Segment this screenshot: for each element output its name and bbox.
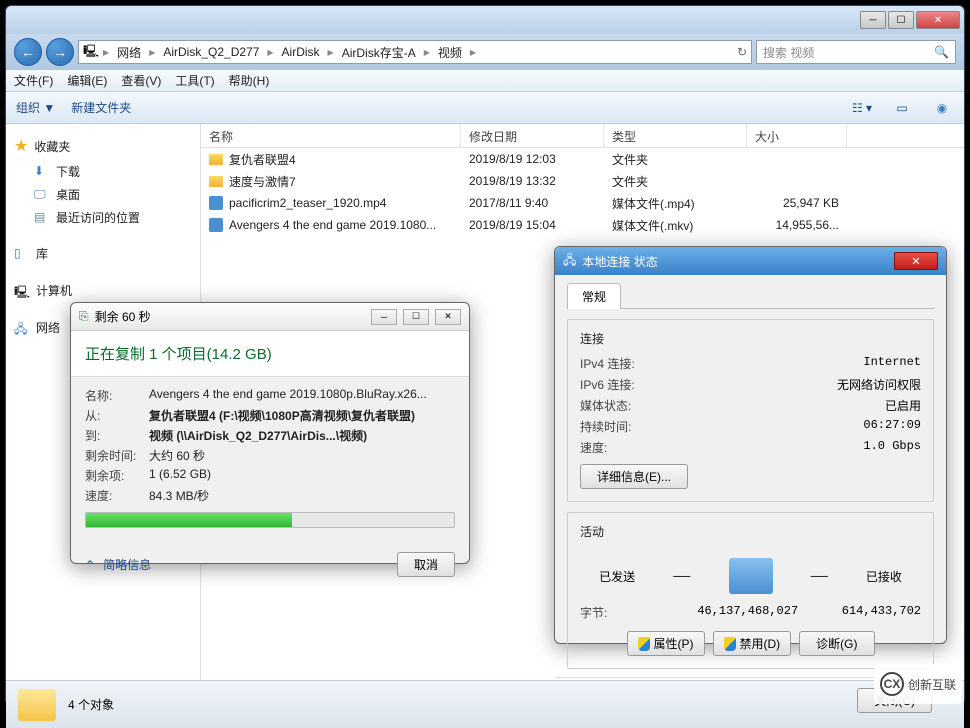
file-row[interactable]: pacificrim2_teaser_1920.mp42017/8/11 9:4… [201,192,964,214]
status-text: 4 个对象 [68,696,114,713]
status-titlebar[interactable]: 🖧 本地连接 状态 ✕ [555,247,946,275]
sidebar-downloads[interactable]: ⬇下载 [6,160,200,183]
logo-icon: CX [880,672,904,696]
bc-item[interactable]: AirDisk存宝-A [338,42,420,63]
minimize-button[interactable]: ─ [371,309,397,325]
shield-icon [724,637,736,651]
sidebar-libraries[interactable]: ▯库 [6,241,200,266]
refresh-icon[interactable]: ↻ [737,45,747,59]
chevron-up-icon[interactable]: ⌃ [85,558,95,572]
computer-icon: 🖳 [14,283,30,299]
copy-titlebar[interactable]: ⎘ 剩余 60 秒 ─ ☐ ✕ [71,303,469,331]
network-icon: 🖧 [14,320,30,336]
back-button[interactable]: ← [14,38,42,66]
minimize-button[interactable]: ─ [860,11,886,29]
view-mode-button[interactable]: ☷ ▾ [850,98,874,118]
toolbar: 组织 ▼ 新建文件夹 ☷ ▾ ▭ ◉ [6,92,964,124]
file-row[interactable]: 复仇者联盟42019/8/19 12:03文件夹 [201,148,964,170]
status-title: 本地连接 状态 [582,253,657,270]
file-row[interactable]: 速度与激情72019/8/19 13:32文件夹 [201,170,964,192]
help-icon[interactable]: ◉ [930,98,954,118]
properties-button[interactable]: 属性(P) [627,631,705,656]
tab-general[interactable]: 常规 [567,283,621,309]
video-file-icon [209,218,223,232]
col-type[interactable]: 类型 [604,124,747,147]
close-button[interactable]: ✕ [916,11,960,29]
sidebar-recent[interactable]: ▤最近访问的位置 [6,206,200,229]
file-row[interactable]: Avengers 4 the end game 2019.1080...2019… [201,214,964,236]
maximize-button[interactable]: ☐ [403,309,429,325]
library-icon: ▯ [14,246,30,262]
search-icon[interactable]: 🔍 [934,45,949,59]
folder-icon [18,689,56,721]
copy-icon: ⎘ [79,309,89,324]
organize-button[interactable]: 组织 ▼ [16,99,55,116]
col-name[interactable]: 名称 [201,124,461,147]
menu-edit[interactable]: 编辑(E) [67,72,107,89]
close-button[interactable]: ✕ [435,309,461,325]
list-header: 名称 修改日期 类型 大小 [201,124,964,148]
maximize-button[interactable]: ☐ [888,11,914,29]
preview-pane-button[interactable]: ▭ [890,98,914,118]
bc-item[interactable]: 视频 [434,42,466,63]
cancel-button[interactable]: 取消 [397,552,455,577]
menu-view[interactable]: 查看(V) [121,72,161,89]
menu-help[interactable]: 帮助(H) [229,72,270,89]
network-icon: 🖧 [563,251,576,272]
computer-icon: 🖳 [83,42,99,63]
copy-header: 正在复制 1 个项目(14.2 GB) [71,331,469,377]
disable-button[interactable]: 禁用(D) [713,631,792,656]
desktop-icon: 🖵 [34,187,50,203]
col-date[interactable]: 修改日期 [461,124,604,147]
details-button[interactable]: 详细信息(E)... [580,464,688,489]
network-status-dialog: 🖧 本地连接 状态 ✕ 常规 连接 IPv4 连接:Internet IPv6 … [554,246,947,644]
close-button[interactable]: ✕ [894,252,938,270]
sidebar-favorites[interactable]: ★收藏夹 [6,132,200,160]
watermark: CX 创新互联 [874,664,962,704]
menubar: 文件(F) 编辑(E) 查看(V) 工具(T) 帮助(H) [6,70,964,92]
menu-file[interactable]: 文件(F) [14,72,53,89]
star-icon: ★ [14,136,28,156]
copy-dialog: ⎘ 剩余 60 秒 ─ ☐ ✕ 正在复制 1 个项目(14.2 GB) 名称:A… [70,302,470,564]
copy-title: 剩余 60 秒 [95,308,151,325]
bc-item[interactable]: AirDisk [278,43,324,61]
bc-item[interactable]: AirDisk_Q2_D277 [159,43,263,61]
titlebar[interactable]: ─ ☐ ✕ [6,6,964,34]
details-toggle[interactable]: 简略信息 [103,556,151,573]
sidebar-computer[interactable]: 🖳计算机 [6,278,200,303]
new-folder-button[interactable]: 新建文件夹 [71,99,131,116]
folder-icon [209,176,223,187]
navbar: ← → 🖳▶ 网络▶ AirDisk_Q2_D277▶ AirDisk▶ Air… [6,34,964,70]
network-activity-icon [729,558,773,594]
col-size[interactable]: 大小 [747,124,847,147]
search-input[interactable]: 搜索 视频 🔍 [756,40,956,64]
breadcrumb[interactable]: 🖳▶ 网络▶ AirDisk_Q2_D277▶ AirDisk▶ AirDisk… [78,40,752,64]
menu-tools[interactable]: 工具(T) [175,72,214,89]
bc-item[interactable]: 网络 [113,42,145,63]
progress-bar [85,512,455,528]
shield-icon [638,637,650,651]
recent-icon: ▤ [34,210,50,226]
folder-icon [209,154,223,165]
download-icon: ⬇ [34,164,50,180]
diagnose-button[interactable]: 诊断(G) [799,631,874,656]
sidebar-desktop[interactable]: 🖵桌面 [6,183,200,206]
video-file-icon [209,196,223,210]
search-placeholder: 搜索 视频 [763,44,814,61]
forward-button[interactable]: → [46,38,74,66]
